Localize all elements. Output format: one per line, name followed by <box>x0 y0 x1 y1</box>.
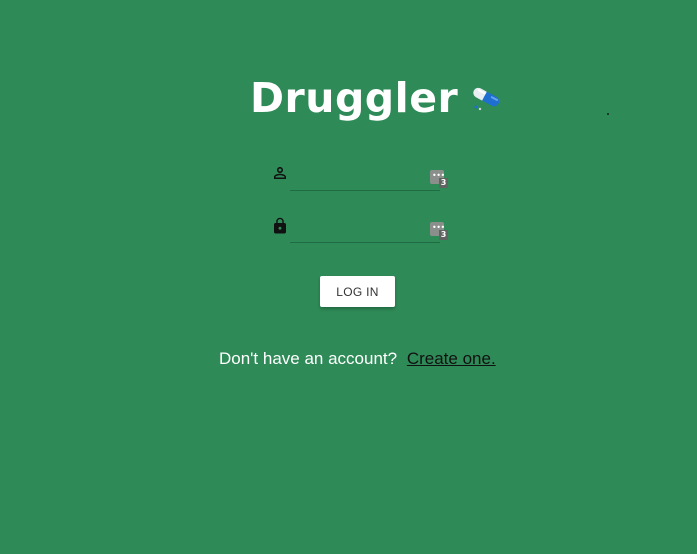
signup-prompt: Don't have an account? Create one. <box>219 349 496 369</box>
person-icon <box>274 167 286 179</box>
password-manager-count: 3 <box>439 230 448 240</box>
password-manager-badge-password[interactable]: ••• 3 <box>430 222 450 242</box>
username-field[interactable] <box>290 166 440 191</box>
create-account-link[interactable]: Create one. <box>407 349 496 368</box>
signup-prompt-text: Don't have an account? <box>219 349 398 368</box>
stray-dot <box>607 113 609 115</box>
app-title-text: Druggler <box>250 74 459 122</box>
lock-icon <box>274 217 286 234</box>
pill-icon <box>473 87 500 111</box>
password-manager-count: 3 <box>439 178 448 188</box>
app-title: Druggler <box>250 70 508 126</box>
login-button[interactable]: LOG IN <box>320 276 395 307</box>
password-field[interactable] <box>290 218 440 243</box>
password-manager-badge-username[interactable]: ••• 3 <box>430 170 450 190</box>
